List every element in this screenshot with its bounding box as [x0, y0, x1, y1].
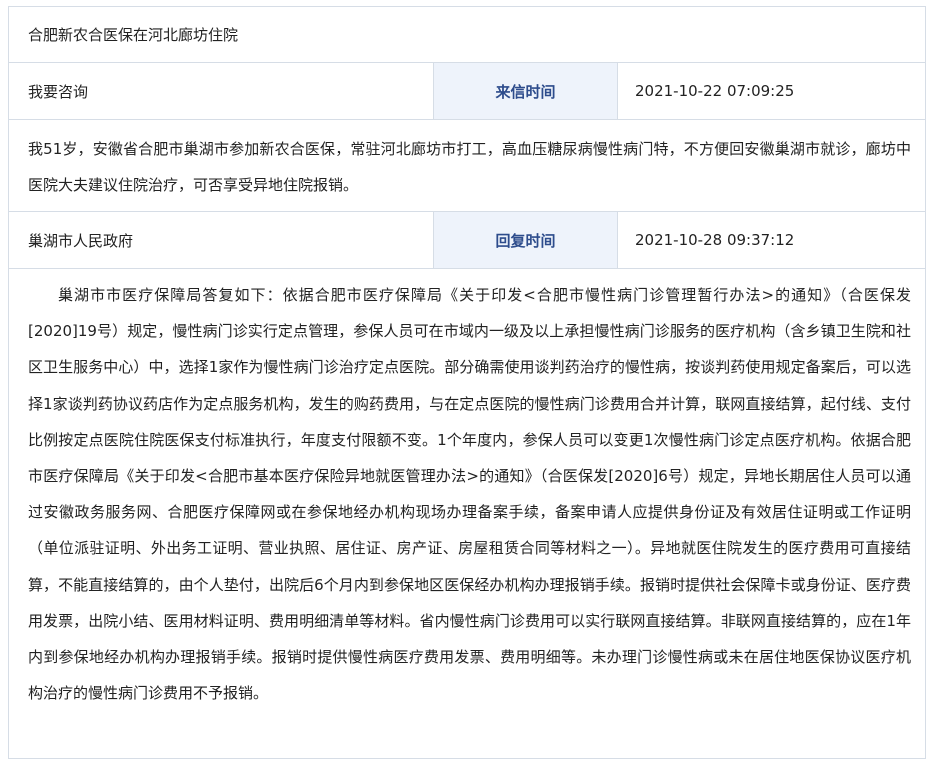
letter-title: 合肥新农合医保在河北廊坊住院 [28, 26, 239, 44]
inquiry-time-label: 来信时间 [433, 63, 618, 119]
reply-time-label: 回复时间 [433, 212, 618, 268]
reply-department: 巢湖市人民政府 [28, 231, 134, 250]
reply-time-value: 2021-10-28 09:37:12 [635, 231, 795, 249]
reply-content: 巢湖市市医疗保障局答复如下：依据合肥市医疗保障局《关于印发<合肥市慢性病门诊管理… [28, 286, 911, 703]
inquiry-content: 我51岁，安徽省合肥市巢湖市参加新农合医保，常驻河北廊坊市打工，高血压糖尿病慢性… [28, 140, 911, 194]
title-row: 合肥新农合医保在河北廊坊住院 [9, 7, 925, 63]
inquiry-type-label: 我要咨询 [28, 82, 89, 101]
inquiry-content-row: 我51岁，安徽省合肥市巢湖市参加新农合医保，常驻河北廊坊市打工，高血压糖尿病慢性… [9, 120, 925, 212]
inquiry-time-value: 2021-10-22 07:09:25 [635, 82, 795, 100]
letter-table: 合肥新农合医保在河北廊坊住院 我要咨询 来信时间 2021-10-22 07:0… [8, 6, 926, 759]
reply-content-row: 巢湖市市医疗保障局答复如下：依据合肥市医疗保障局《关于印发<合肥市慢性病门诊管理… [9, 269, 925, 759]
reply-meta-row: 巢湖市人民政府 回复时间 2021-10-28 09:37:12 [9, 212, 925, 269]
inquiry-meta-row: 我要咨询 来信时间 2021-10-22 07:09:25 [9, 63, 925, 120]
